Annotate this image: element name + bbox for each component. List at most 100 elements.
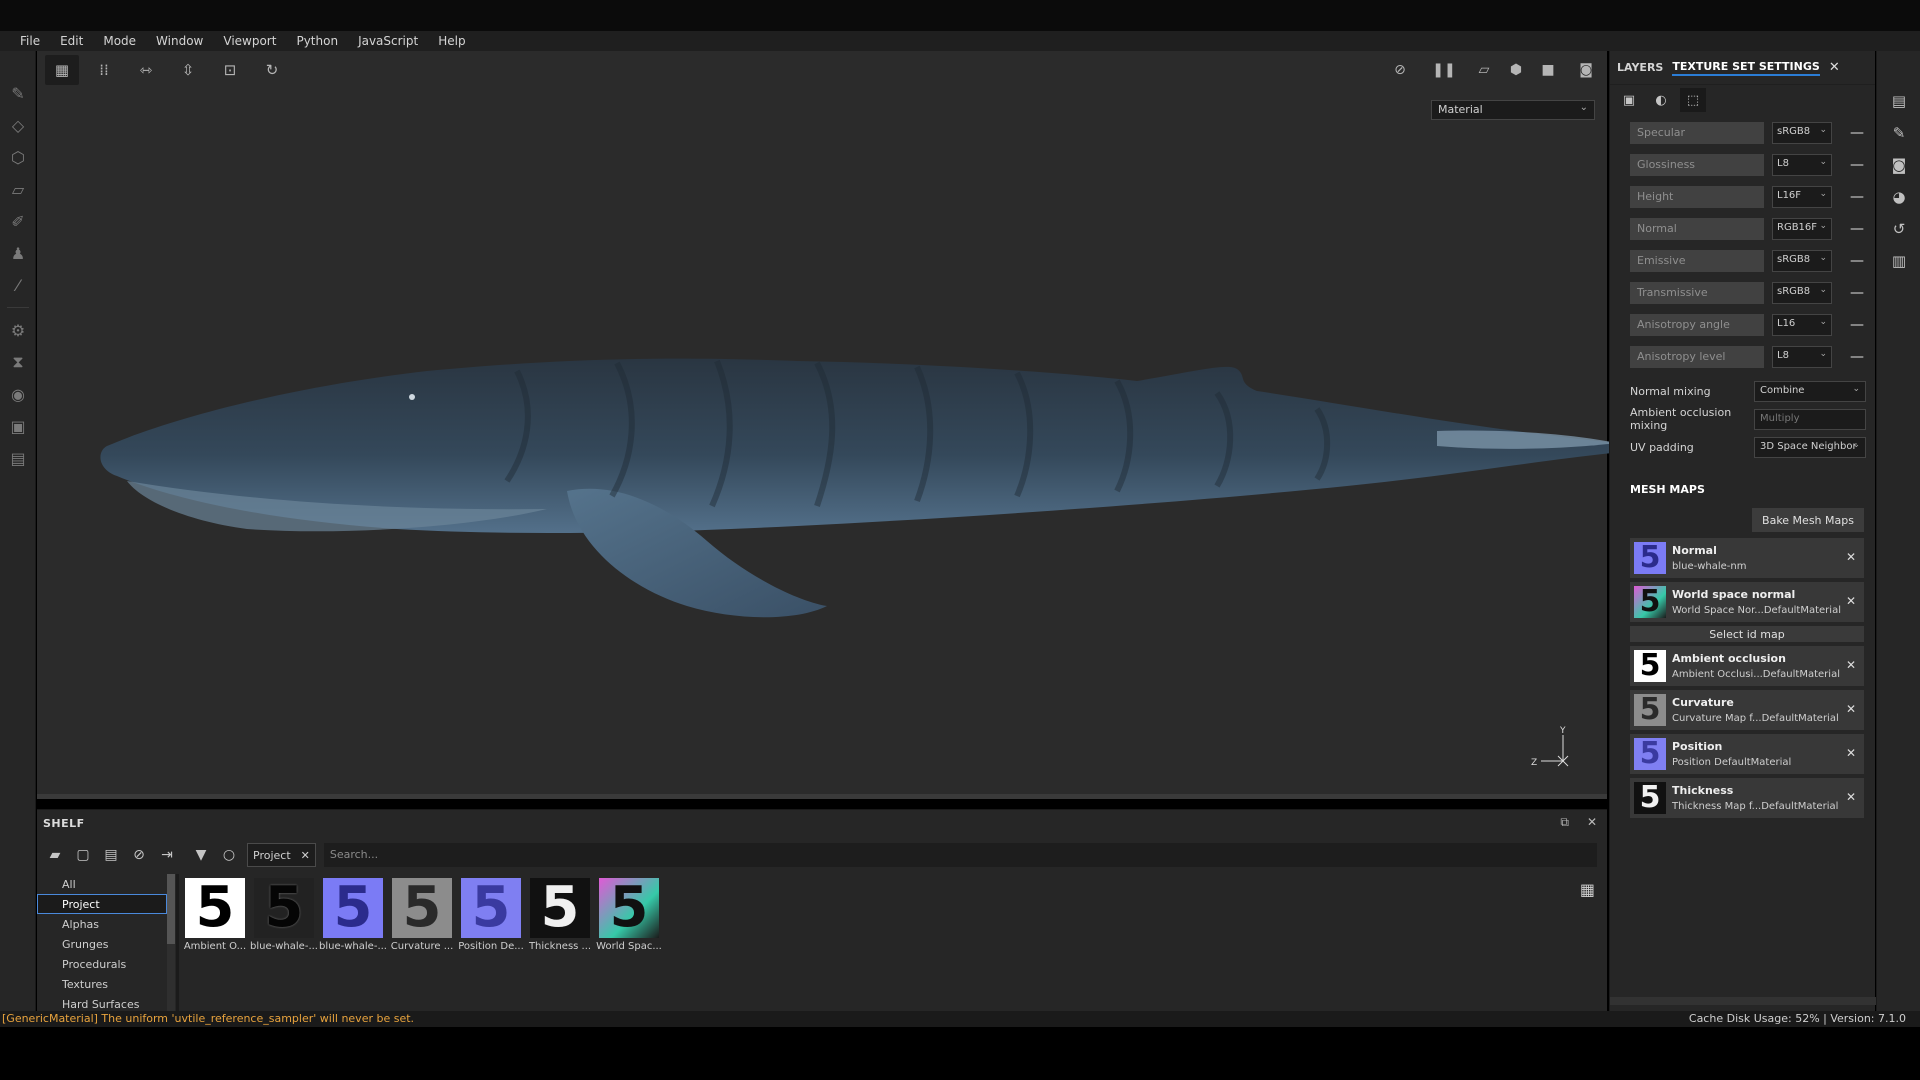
- filter-icon[interactable]: ▼: [187, 843, 215, 867]
- hide-icon[interactable]: ⊘: [1385, 55, 1415, 85]
- mesh-map-row[interactable]: 5 Normal blue-whale-nm ✕: [1630, 538, 1864, 578]
- uv-padding-dropdown[interactable]: 3D Space Neighbor ⌄: [1754, 436, 1866, 458]
- bake-icon[interactable]: ⧗: [0, 346, 36, 378]
- paint-brush-icon[interactable]: ✎: [0, 77, 36, 109]
- polygon-fill-icon[interactable]: ▱: [0, 173, 36, 205]
- close-icon[interactable]: ✕: [1846, 658, 1856, 672]
- normal-mixing-dropdown[interactable]: Combine ⌄: [1754, 380, 1866, 402]
- close-icon[interactable]: ✕: [1587, 815, 1597, 830]
- shelf-category-all[interactable]: All: [37, 874, 167, 894]
- smudge-icon[interactable]: ✐: [0, 205, 36, 237]
- eraser-icon[interactable]: ◇: [0, 109, 36, 141]
- channel-format-dropdown[interactable]: L8 ⌄: [1772, 154, 1832, 176]
- shelf-category-textures[interactable]: Textures: [37, 974, 167, 994]
- folder-icon[interactable]: ▰: [41, 843, 69, 867]
- remove-channel-button[interactable]: —: [1850, 285, 1864, 301]
- menu-help[interactable]: Help: [428, 34, 475, 48]
- clone-stamp-icon[interactable]: ♟: [0, 237, 36, 269]
- grid-icon[interactable]: ⁞⁞: [87, 55, 121, 85]
- remove-channel-button[interactable]: —: [1850, 125, 1864, 141]
- export-icon[interactable]: ▤: [0, 442, 36, 474]
- shelf-item[interactable]: 5 blue-whale-...: [250, 878, 318, 952]
- reset-view-icon[interactable]: ↻: [255, 55, 289, 85]
- tab-layers[interactable]: LAYERS: [1617, 61, 1663, 74]
- category-scrollbar[interactable]: [167, 874, 175, 1019]
- grid-view-icon[interactable]: ▦: [1580, 880, 1595, 899]
- 3d-viewport[interactable]: ▦ ⁞⁞ ⇿ ⇳ ⊡ ↻ ⊘ ❚❚ ▱ ⬢ ■ ◙ Material ⌄ Y Z: [37, 51, 1624, 799]
- material-icon[interactable]: ◐: [1648, 88, 1674, 112]
- close-icon[interactable]: ✕: [1846, 702, 1856, 716]
- mesh-map-row[interactable]: 5 Thickness Thickness Map f...DefaultMate…: [1630, 778, 1864, 818]
- flip-icon[interactable]: ⇳: [171, 55, 205, 85]
- channel-format-dropdown[interactable]: L16 ⌄: [1772, 314, 1832, 336]
- shelf-filter-tag[interactable]: Project ✕: [247, 843, 316, 867]
- frame-icon[interactable]: ⊡: [213, 55, 247, 85]
- settings-icon[interactable]: ⚙: [0, 314, 36, 346]
- view-2d-icon[interactable]: ▱: [1469, 55, 1499, 85]
- remove-channel-button[interactable]: —: [1850, 317, 1864, 333]
- select-id-map-button[interactable]: Select id map: [1630, 626, 1864, 642]
- shelf-item[interactable]: 5 World Spac...: [596, 878, 662, 952]
- ao-mixing-dropdown[interactable]: Multiply: [1754, 408, 1866, 430]
- channel-format-dropdown[interactable]: L8 ⌄: [1772, 346, 1832, 368]
- photoshop-export-icon[interactable]: ▣: [0, 410, 36, 442]
- mesh-map-row[interactable]: 5 Position Position DefaultMaterial ✕: [1630, 734, 1864, 774]
- remove-channel-button[interactable]: —: [1850, 157, 1864, 173]
- maximize-icon[interactable]: ⧉: [1560, 815, 1569, 830]
- close-icon[interactable]: ✕: [1829, 60, 1840, 75]
- mesh-icon[interactable]: ⬚: [1680, 88, 1706, 112]
- display-settings-icon[interactable]: ◙: [1877, 149, 1920, 181]
- uv-tiles-icon[interactable]: ▦: [45, 55, 79, 85]
- menu-mode[interactable]: Mode: [93, 34, 146, 48]
- save-icon[interactable]: ▤: [97, 843, 125, 867]
- history-icon[interactable]: ↺: [1877, 213, 1920, 245]
- mesh-map-row[interactable]: 5 Ambient occlusion Ambient Occlusi...Def…: [1630, 646, 1864, 686]
- shelf-item[interactable]: 5 Thickness ...: [529, 878, 591, 952]
- viewport-splitter[interactable]: [37, 794, 1607, 799]
- pause-icon[interactable]: ❚❚: [1429, 55, 1459, 85]
- refresh-icon[interactable]: ○: [215, 843, 243, 867]
- close-icon[interactable]: ✕: [1846, 790, 1856, 804]
- bake-mesh-maps-button[interactable]: Bake Mesh Maps: [1752, 508, 1864, 532]
- remove-channel-button[interactable]: —: [1850, 349, 1864, 365]
- menu-file[interactable]: File: [10, 34, 50, 48]
- shelf-category-procedurals[interactable]: Procedurals: [37, 954, 167, 974]
- view-3d-icon[interactable]: ⬢: [1501, 55, 1531, 85]
- menu-python[interactable]: Python: [286, 34, 348, 48]
- close-icon[interactable]: ✕: [1846, 594, 1856, 608]
- screenshot-icon[interactable]: ◙: [1571, 55, 1601, 85]
- properties-icon[interactable]: ✎: [1877, 117, 1920, 149]
- close-icon[interactable]: ✕: [301, 849, 310, 862]
- mesh-map-row[interactable]: 5 Curvature Curvature Map f...DefaultMate…: [1630, 690, 1864, 730]
- channel-format-dropdown[interactable]: RGB16F ⌄: [1772, 218, 1832, 240]
- import-icon[interactable]: ⇥: [153, 843, 181, 867]
- channel-format-dropdown[interactable]: sRGB8 ⌄: [1772, 282, 1832, 304]
- camera-icon[interactable]: ■: [1533, 55, 1563, 85]
- menu-javascript[interactable]: JavaScript: [348, 34, 428, 48]
- mesh-map-row[interactable]: 5 World space normal World Space Nor...De…: [1630, 582, 1864, 622]
- shelf-search-input[interactable]: Search...: [323, 843, 1597, 867]
- hide-icon[interactable]: ⊘: [125, 843, 153, 867]
- new-item-icon[interactable]: ▢: [69, 843, 97, 867]
- channel-format-dropdown[interactable]: sRGB8 ⌄: [1772, 122, 1832, 144]
- shelf-item[interactable]: 5 blue-whale-...: [319, 878, 387, 952]
- close-icon[interactable]: ✕: [1846, 550, 1856, 564]
- shelf-divider[interactable]: [176, 874, 179, 1019]
- channel-format-dropdown[interactable]: L16F ⌄: [1772, 186, 1832, 208]
- projection-icon[interactable]: ⬡: [0, 141, 36, 173]
- shelf-category-alphas[interactable]: Alphas: [37, 914, 167, 934]
- material-dropdown[interactable]: Material ⌄: [1431, 100, 1595, 120]
- tab-texture-set-settings[interactable]: TEXTURE SET SETTINGS: [1672, 60, 1820, 76]
- shelf-item[interactable]: 5 Curvature ...: [391, 878, 453, 952]
- close-icon[interactable]: ✕: [1846, 746, 1856, 760]
- remove-channel-button[interactable]: —: [1850, 189, 1864, 205]
- texture-set-icon[interactable]: ▣: [1616, 88, 1642, 112]
- shelf-item[interactable]: 5 Ambient O...: [184, 878, 246, 952]
- layers-icon[interactable]: ▤: [1877, 85, 1920, 117]
- material-ball-icon[interactable]: ◉: [0, 378, 36, 410]
- color-picker-icon[interactable]: ⁄: [0, 269, 36, 301]
- menu-edit[interactable]: Edit: [50, 34, 93, 48]
- panel-horizontal-scrollbar[interactable]: [1610, 997, 1876, 1005]
- menu-window[interactable]: Window: [146, 34, 213, 48]
- log-icon[interactable]: ▥: [1877, 245, 1920, 277]
